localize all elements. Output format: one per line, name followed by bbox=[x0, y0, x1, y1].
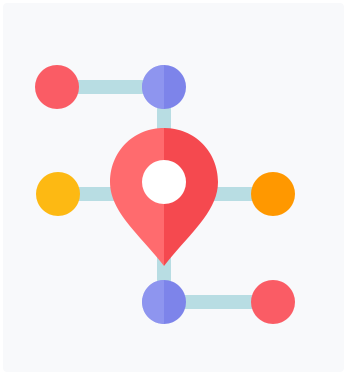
node-middle-right bbox=[251, 172, 295, 216]
node-bottom-center bbox=[142, 280, 186, 324]
node-top-center bbox=[142, 65, 186, 109]
location-network-icon bbox=[35, 65, 295, 324]
icon-canvas bbox=[0, 0, 347, 375]
pin-hole bbox=[142, 160, 186, 204]
node-bottom-right bbox=[251, 280, 295, 324]
node-top-left bbox=[35, 65, 79, 109]
location-pin-icon bbox=[110, 128, 218, 266]
node-middle-left bbox=[36, 172, 80, 216]
